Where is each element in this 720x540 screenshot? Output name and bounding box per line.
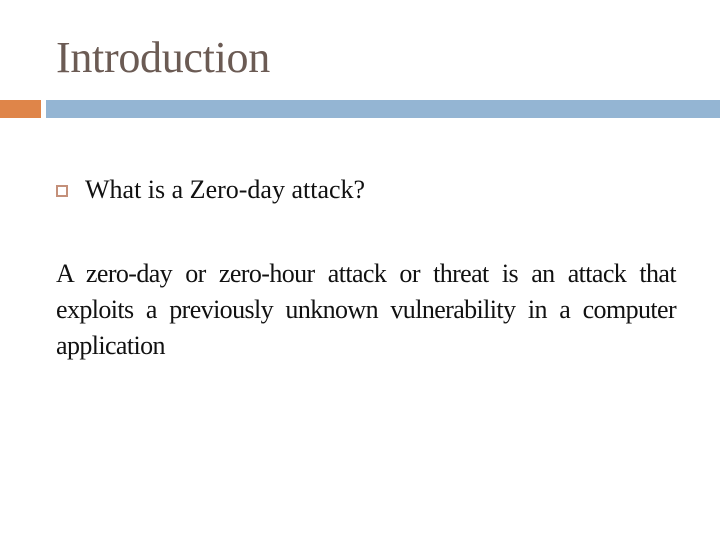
definition-paragraph: A zero-day or zero-hour attack or threat… [56, 259, 677, 360]
square-bullet-icon [56, 185, 68, 197]
bullet-text: What is a Zero-day attack? [85, 175, 366, 204]
slide-title: Introduction [56, 33, 270, 82]
bullet-item: What is a Zero-day attack? [56, 172, 365, 208]
title-accent-bar [0, 100, 41, 118]
title-underline-bar [46, 100, 720, 118]
